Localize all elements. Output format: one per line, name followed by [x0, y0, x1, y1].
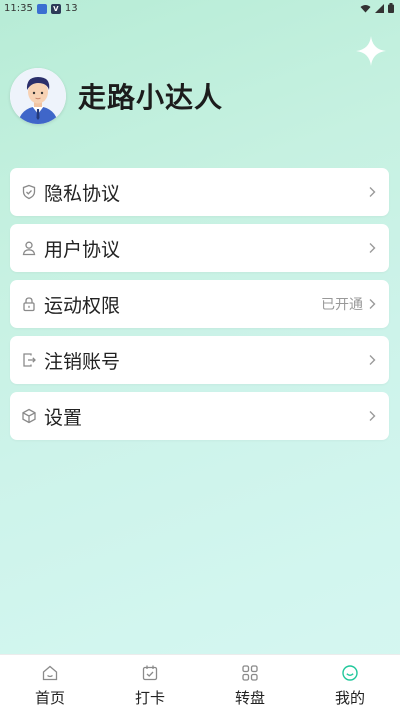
- smile-icon: [342, 665, 358, 681]
- chevron-right-icon: [369, 187, 376, 197]
- menu-item-privacy[interactable]: 隐私协议: [10, 168, 389, 216]
- chevron-right-icon: [369, 299, 376, 309]
- nav-label: 首页: [34, 689, 65, 707]
- logout-icon: [23, 353, 36, 367]
- status-left: 11:35 V 13: [4, 3, 78, 14]
- username: 走路小达人: [78, 81, 224, 114]
- menu-item-label: 运动权限: [44, 294, 121, 317]
- menu-item-delete-account[interactable]: 注销账号: [10, 336, 389, 384]
- status-extra: 13: [64, 3, 78, 14]
- menu-item-user-agreement[interactable]: 用户协议: [10, 224, 389, 272]
- bottom-nav: 首页 打卡 转盘 我的: [0, 654, 400, 712]
- status-time: 11:35: [4, 3, 33, 14]
- wifi-icon: [360, 4, 371, 12]
- menu-right: [363, 168, 377, 216]
- chevron-right-icon: [369, 355, 376, 365]
- grid-icon: [242, 665, 258, 681]
- home-icon: [42, 665, 58, 681]
- nav-label: 打卡: [134, 689, 165, 707]
- avatar-illustration: [10, 68, 66, 124]
- nav-item-checkin[interactable]: 打卡: [100, 655, 200, 712]
- menu-item-label: 设置: [44, 406, 83, 429]
- menu-item-label: 注销账号: [44, 350, 121, 373]
- menu-right: [363, 392, 377, 440]
- nav-label: 我的: [334, 689, 365, 707]
- menu-item-label: 用户协议: [44, 238, 121, 261]
- nav-item-home[interactable]: 首页: [0, 655, 100, 712]
- menu-right: 已开通: [321, 280, 377, 328]
- menu-item-status: 已开通: [321, 297, 363, 313]
- status-bar: 11:35 V 13: [0, 0, 400, 18]
- nav-item-wheel[interactable]: 转盘: [200, 655, 300, 712]
- cube-icon: [22, 408, 36, 424]
- nav-item-mine[interactable]: 我的: [300, 655, 400, 712]
- lock-icon: [23, 297, 35, 312]
- avatar[interactable]: [10, 68, 66, 124]
- menu-item-label: 隐私协议: [44, 182, 121, 205]
- chevron-right-icon: [369, 243, 376, 253]
- nav-label: 转盘: [234, 689, 265, 707]
- chevron-right-icon: [369, 411, 376, 421]
- app-notification-icon: [36, 3, 47, 14]
- menu-right: [363, 336, 377, 384]
- menu-right: [363, 224, 377, 272]
- v-notification-icon: V: [50, 3, 61, 14]
- menu-item-settings[interactable]: 设置: [10, 392, 389, 440]
- user-icon: [22, 241, 36, 256]
- shield-icon: [22, 184, 36, 200]
- menu-item-sport-permission[interactable]: 运动权限 已开通: [10, 280, 389, 328]
- signal-icon: [375, 3, 384, 13]
- sparkle-icon: [356, 36, 386, 66]
- calendar-check-icon: [142, 665, 158, 681]
- battery-icon: [388, 3, 394, 13]
- settings-menu: 隐私协议 用户协议 运动权限 已开通 注销账号 设置: [10, 168, 389, 448]
- status-right: [360, 3, 394, 13]
- profile-header: 走路小达人: [10, 68, 223, 124]
